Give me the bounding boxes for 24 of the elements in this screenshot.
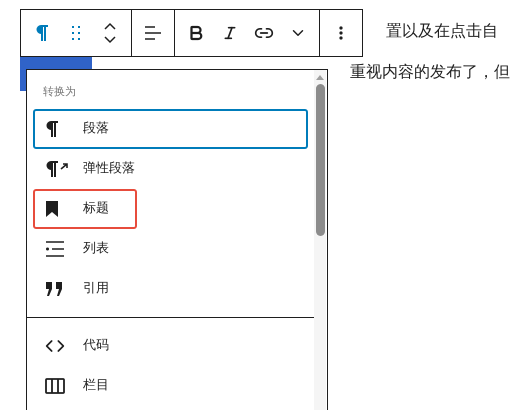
menu-item[interactable]: 引用 [33,268,308,308]
paragraph-text: 重视内容的发布了，但 [350,61,510,83]
up-down-chevron-icon [103,22,117,44]
menu-item[interactable]: 栏目 [33,366,308,406]
more-options-icon [339,26,343,40]
quote-icon [45,280,63,296]
list-icon [45,240,65,256]
paragraph-text: 置以及在点击自 [386,20,498,42]
menu-item[interactable]: 列表 [33,228,308,268]
pilcrow-icon [45,120,59,138]
bookmark-icon [45,200,59,216]
menu-item[interactable]: 弹性段落 [33,148,308,188]
menu-item[interactable]: 标题 [33,188,137,228]
drag-handle-icon [72,26,80,40]
pilcrow-arrow-icon [45,160,69,178]
scroll-up-arrow-icon [315,73,325,81]
menu-item[interactable]: 段落 [33,108,308,148]
columns-icon [45,378,65,394]
align-left-icon [144,26,162,40]
menu-heading: 转换为 [42,84,77,100]
menu-item[interactable]: 代码 [33,326,308,366]
italic-icon [222,25,238,41]
pilcrow-icon [35,24,49,42]
scrollbar-thumb[interactable] [316,84,324,236]
